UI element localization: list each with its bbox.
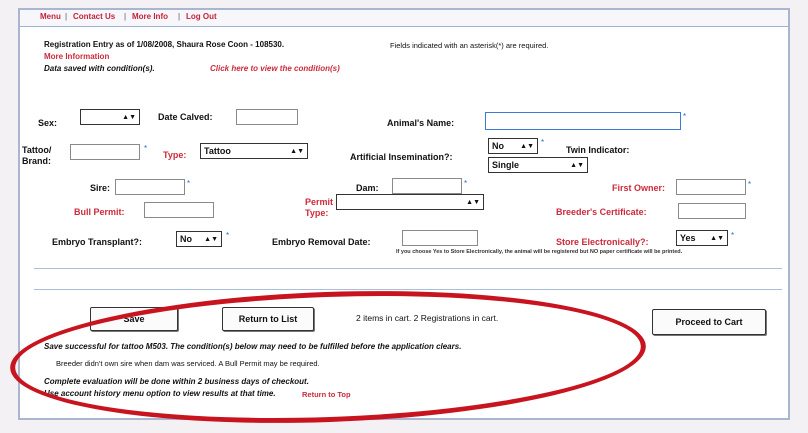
bull-permit-label: Bull Permit: bbox=[74, 207, 125, 217]
nav-separator: | bbox=[178, 12, 181, 21]
animal-name-label: Animal's Name: bbox=[387, 118, 455, 128]
sire-label: Sire: bbox=[90, 183, 111, 193]
bull-permit-input[interactable] bbox=[144, 202, 214, 218]
required-asterisk: * bbox=[226, 231, 230, 240]
date-calved-input[interactable] bbox=[236, 109, 298, 125]
nav-logout-link[interactable]: Log Out bbox=[186, 12, 217, 21]
required-asterisk: * bbox=[464, 179, 468, 188]
sex-select[interactable]: ▲▼ bbox=[80, 109, 140, 125]
tattoo-brand-label-2: Brand: bbox=[22, 156, 51, 166]
store-electronically-note: If you choose Yes to Store Electronicall… bbox=[396, 249, 683, 255]
dam-input[interactable] bbox=[392, 178, 462, 194]
view-conditions-link[interactable]: Click here to view the condition(s) bbox=[210, 64, 340, 73]
embryo-transplant-label: Embryo Transplant?: bbox=[52, 237, 143, 247]
nav-more-info-link[interactable]: More Info bbox=[132, 12, 168, 21]
ai-label: Artificial Insemination?: bbox=[350, 152, 453, 162]
type-select[interactable]: Tattoo ▲▼ bbox=[200, 143, 308, 159]
embryo-transplant-select[interactable]: No ▲▼ bbox=[176, 231, 222, 247]
first-owner-input[interactable] bbox=[676, 179, 746, 195]
saved-condition-text: Data saved with condition(s). bbox=[44, 64, 155, 73]
required-asterisk: * bbox=[731, 231, 735, 240]
permit-type-label-2: Type: bbox=[305, 208, 329, 218]
section-divider bbox=[34, 268, 782, 269]
twin-indicator-select[interactable]: Single ▲▼ bbox=[488, 157, 588, 173]
nav-menu-link[interactable]: Menu bbox=[40, 12, 61, 21]
nav-contact-link[interactable]: Contact Us bbox=[73, 12, 115, 21]
section-divider bbox=[34, 289, 782, 290]
embryo-removal-input[interactable] bbox=[402, 230, 478, 246]
nav-separator: | bbox=[124, 12, 127, 21]
more-information-link[interactable]: More Information bbox=[44, 52, 109, 61]
nav-separator: | bbox=[65, 12, 68, 21]
permit-type-label: Permit bbox=[305, 197, 334, 207]
tattoo-brand-label: Tattoo/ bbox=[22, 145, 52, 155]
animal-name-input[interactable] bbox=[485, 112, 681, 130]
permit-type-select[interactable]: ▲▼ bbox=[336, 194, 484, 210]
required-note: Fields indicated with an asterisk(*) are… bbox=[390, 41, 549, 50]
required-asterisk: * bbox=[748, 180, 752, 189]
store-electronically-select[interactable]: Yes ▲▼ bbox=[676, 230, 728, 246]
required-asterisk: * bbox=[541, 138, 545, 147]
store-electronically-label: Store Electronically?: bbox=[556, 237, 649, 247]
required-asterisk: * bbox=[187, 179, 191, 188]
breeders-certificate-input[interactable] bbox=[678, 203, 746, 219]
first-owner-label: First Owner: bbox=[612, 183, 666, 193]
required-asterisk: * bbox=[683, 112, 687, 121]
date-calved-label: Date Calved: bbox=[158, 112, 213, 122]
entry-info: Registration Entry as of 1/08/2008, Shau… bbox=[44, 40, 285, 49]
tattoo-brand-input[interactable] bbox=[70, 144, 140, 160]
sex-label: Sex: bbox=[38, 118, 58, 128]
dam-label: Dam: bbox=[356, 183, 379, 193]
required-asterisk: * bbox=[144, 144, 148, 153]
breeders-certificate-label: Breeder's Certificate: bbox=[556, 207, 647, 217]
sire-input[interactable] bbox=[115, 179, 185, 195]
twin-indicator-label: Twin Indicator: bbox=[566, 145, 630, 155]
proceed-to-cart-button[interactable]: Proceed to Cart bbox=[652, 309, 766, 335]
ai-select[interactable]: No ▲▼ bbox=[488, 138, 538, 154]
type-label: Type: bbox=[163, 150, 187, 160]
embryo-removal-label: Embryo Removal Date: bbox=[272, 237, 371, 247]
